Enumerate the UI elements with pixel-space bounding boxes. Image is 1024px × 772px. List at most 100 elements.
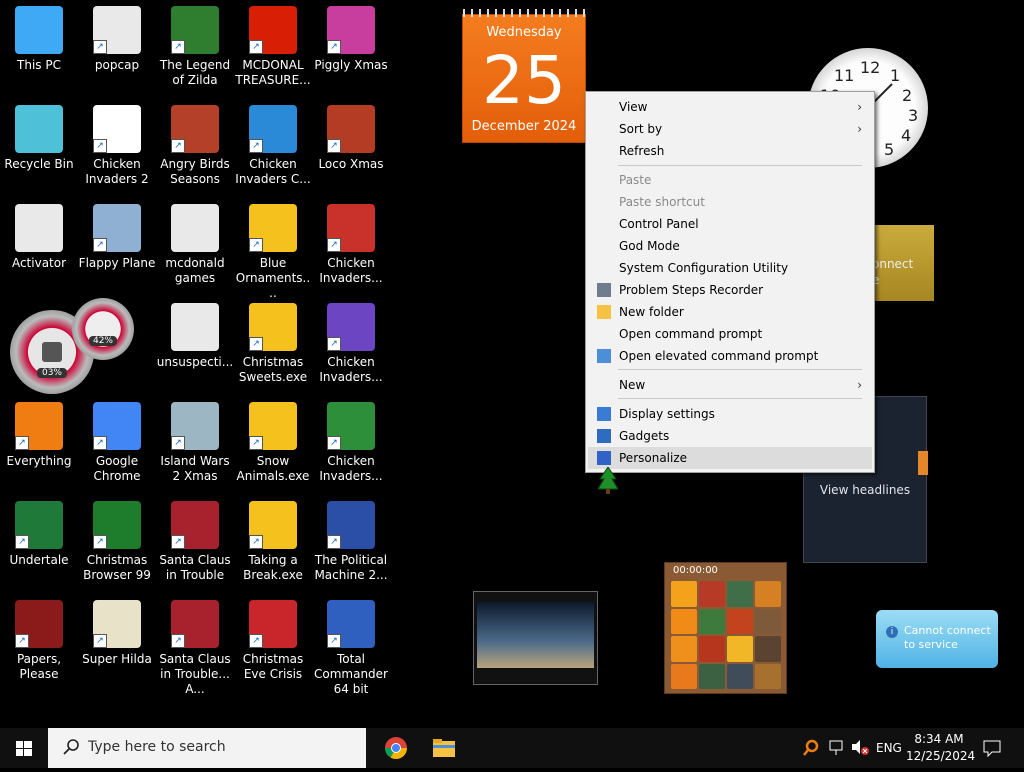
feed-gadget[interactable]: onnect e xyxy=(866,225,934,301)
taskbar[interactable]: Type here to search ENG 8:34 AM 12/25/20… xyxy=(0,728,1024,768)
desktop-icon[interactable]: unsuspecti... xyxy=(156,297,234,393)
desktop-icon[interactable]: ↗ Christmas Browser 99 xyxy=(78,495,156,591)
desktop-icon[interactable]: ↗ Chicken Invaders 2 xyxy=(78,99,156,195)
menu-item-label: Paste xyxy=(619,173,652,187)
weather-gadget[interactable]: i Cannot connect to service xyxy=(876,610,998,668)
desktop-context-menu[interactable]: View › Sort by › Refresh Paste Paste shortcut C… xyxy=(585,91,875,473)
menu-item-system-configuration-utility[interactable]: System Configuration Utility xyxy=(588,257,872,279)
menu-item-sort-by[interactable]: Sort by › xyxy=(588,118,872,140)
desktop-icon[interactable]: ↗ Blue Ornaments.... xyxy=(234,198,312,300)
calendar-rings xyxy=(463,9,585,17)
puzzle-tile[interactable] xyxy=(671,636,697,662)
desktop-icon[interactable]: Activator xyxy=(0,198,78,294)
display-settings-icon xyxy=(597,407,611,421)
desktop-icon[interactable]: ↗ Flappy Plane xyxy=(78,198,156,294)
shortcut-arrow-icon: ↗ xyxy=(93,238,107,252)
everything-tray-icon[interactable] xyxy=(802,728,820,768)
menu-item-open-elevated-command-prompt[interactable]: Open elevated command prompt xyxy=(588,345,872,367)
puzzle-tile[interactable] xyxy=(699,608,725,634)
chevron-right-icon: › xyxy=(857,378,862,392)
desktop-icon[interactable]: ↗ Angry Birds Seasons xyxy=(156,99,234,195)
view-headlines-link[interactable]: View headlines xyxy=(804,483,926,497)
puzzle-tile[interactable] xyxy=(671,581,697,607)
taskbar-search-box[interactable]: Type here to search xyxy=(48,728,366,768)
desktop-icon[interactable]: This PC xyxy=(0,0,78,96)
puzzle-tile[interactable] xyxy=(727,581,753,607)
menu-item-god-mode[interactable]: God Mode xyxy=(588,235,872,257)
puzzle-grid[interactable] xyxy=(671,581,781,689)
puzzle-tile[interactable] xyxy=(671,608,697,634)
puzzle-tile[interactable] xyxy=(727,608,753,634)
desktop-icon[interactable]: ↗ Total Commander 64 bit xyxy=(312,594,390,696)
picture-puzzle-gadget[interactable]: 00:00:00 xyxy=(664,562,787,694)
menu-item-control-panel[interactable]: Control Panel xyxy=(588,213,872,235)
desktop-icon[interactable]: ↗ Google Chrome xyxy=(78,396,156,492)
desktop-icon-label: Santa Claus in Trouble xyxy=(159,553,231,582)
menu-item-label: Control Panel xyxy=(619,217,699,231)
desktop-icon[interactable]: ↗ Christmas Sweets.exe xyxy=(234,297,312,393)
puzzle-tile[interactable] xyxy=(671,663,697,689)
desktop-icon[interactable]: ↗ Santa Claus in Trouble... A... xyxy=(156,594,234,696)
desktop-icon[interactable]: ↗ Undertale xyxy=(0,495,78,591)
weather-status-line2: to service xyxy=(904,638,958,651)
menu-item-refresh[interactable]: Refresh xyxy=(588,140,872,162)
desktop-icon[interactable]: ↗ The Legend of Zilda xyxy=(156,0,234,96)
menu-item-personalize[interactable]: Personalize xyxy=(588,447,872,469)
puzzle-tile[interactable] xyxy=(727,636,753,662)
slideshow-gadget[interactable] xyxy=(473,591,598,685)
menu-item-paste: Paste xyxy=(588,169,872,191)
menu-item-problem-steps-recorder[interactable]: Problem Steps Recorder xyxy=(588,279,872,301)
menu-item-gadgets[interactable]: Gadgets xyxy=(588,425,872,447)
puzzle-tile[interactable] xyxy=(699,636,725,662)
puzzle-tile[interactable] xyxy=(755,608,781,634)
desktop-icon[interactable]: ↗ The Political Machine 2... xyxy=(312,495,390,591)
news-tab[interactable] xyxy=(918,451,928,475)
desktop-icon[interactable]: ↗ popcap xyxy=(78,0,156,96)
desktop-icon[interactable]: ↗ MCDONAL TREASURE... xyxy=(234,0,312,96)
start-button[interactable] xyxy=(0,728,48,768)
shortcut-arrow-icon: ↗ xyxy=(249,238,263,252)
notifications-icon[interactable] xyxy=(982,728,1002,768)
desktop-icon[interactable]: ↗ Chicken Invaders... xyxy=(312,297,390,393)
desktop-icon[interactable]: mcdonald games xyxy=(156,198,234,294)
memory-meter-gadget[interactable]: 42% xyxy=(72,298,134,360)
desktop-icon[interactable]: ↗ Everything xyxy=(0,396,78,492)
puzzle-tile[interactable] xyxy=(755,636,781,662)
menu-item-new-folder[interactable]: New folder xyxy=(588,301,872,323)
puzzle-tile[interactable] xyxy=(727,663,753,689)
desktop-icon[interactable]: ↗ Santa Claus in Trouble xyxy=(156,495,234,591)
desktop-icon[interactable]: ↗ Papers, Please xyxy=(0,594,78,690)
puzzle-tile[interactable] xyxy=(699,581,725,607)
desktop-icon[interactable]: ↗ Christmas Eve Crisis xyxy=(234,594,312,690)
desktop-icon-label: Christmas Eve Crisis xyxy=(242,652,304,681)
desktop-icon[interactable]: ↗ Chicken Invaders... xyxy=(312,396,390,492)
desktop-icon[interactable]: ↗ Chicken Invaders C... xyxy=(234,99,312,195)
desktop-icon-label: Chicken Invaders... xyxy=(319,454,383,483)
volume-muted-icon[interactable] xyxy=(850,728,870,768)
desktop-icon[interactable]: ↗ Snow Animals.exe xyxy=(234,396,312,492)
desktop-icon[interactable]: ↗ Super Hilda xyxy=(78,594,156,690)
folder-mcdonald-games-icon xyxy=(171,204,219,252)
puzzle-tile[interactable] xyxy=(755,663,781,689)
taskbar-clock[interactable]: 8:34 AM 12/25/2024 xyxy=(906,731,975,765)
desktop-icon[interactable]: ↗ Piggly Xmas xyxy=(312,0,390,96)
menu-item-open-command-prompt[interactable]: Open command prompt xyxy=(588,323,872,345)
menu-item-display-settings[interactable]: Display settings xyxy=(588,403,872,425)
desktop-icon[interactable]: ↗ Taking a Break.exe xyxy=(234,495,312,591)
menu-item-view[interactable]: View › xyxy=(588,96,872,118)
calendar-gadget[interactable]: Wednesday 25 December 2024 xyxy=(462,9,586,143)
weather-status: Cannot connect to service xyxy=(904,624,991,652)
taskbar-file-explorer-button[interactable] xyxy=(424,732,464,764)
network-icon[interactable] xyxy=(828,728,846,768)
puzzle-tile[interactable] xyxy=(699,663,725,689)
desktop-icon-label: Super Hilda xyxy=(82,652,152,666)
menu-item-new[interactable]: New › xyxy=(588,374,872,396)
desktop-icon[interactable]: Recycle Bin xyxy=(0,99,78,195)
input-language[interactable]: ENG xyxy=(876,728,902,768)
desktop-icon[interactable]: ↗ Chicken Invaders... xyxy=(312,198,390,294)
puzzle-tile[interactable] xyxy=(755,581,781,607)
desktop-icon[interactable]: ↗ Loco Xmas xyxy=(312,99,390,195)
desktop-icon[interactable]: ↗ Island Wars 2 Xmas xyxy=(156,396,234,492)
taskbar-chrome-button[interactable] xyxy=(376,732,416,764)
desktop[interactable]: This PC ↗ popcap ↗ The Legend of Zilda ↗ MCDON… xyxy=(0,0,1024,728)
